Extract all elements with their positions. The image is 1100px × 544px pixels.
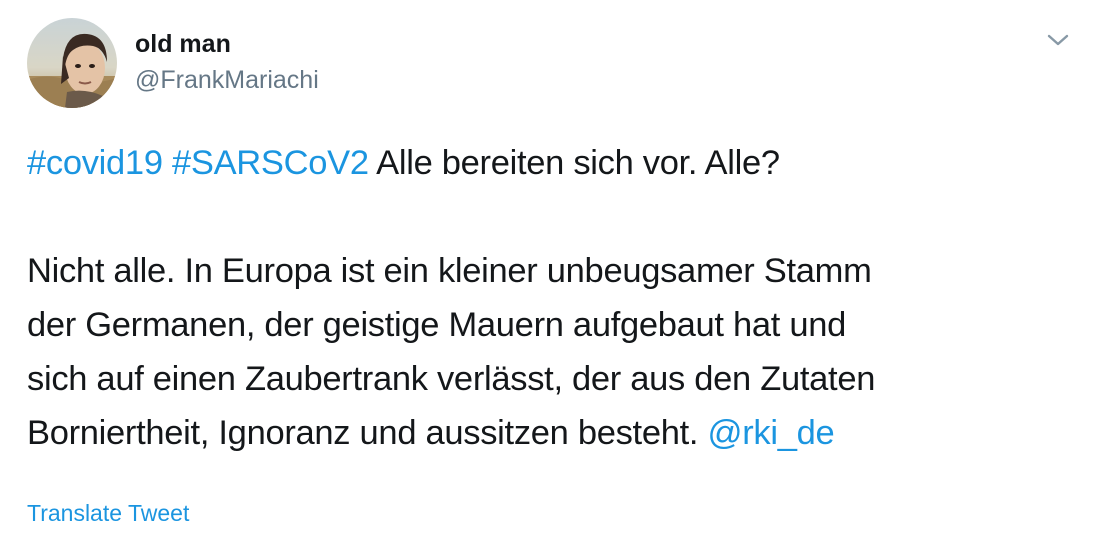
tweet-line: Nicht alle. In Europa ist ein kleiner un… bbox=[27, 252, 872, 290]
hashtag-link[interactable]: #SARSCoV2 bbox=[172, 144, 369, 182]
tweet-line: Borniertheit, Ignoranz und aussitzen bes… bbox=[27, 406, 1077, 460]
user-avatar[interactable] bbox=[27, 18, 117, 108]
chevron-down-icon[interactable] bbox=[1040, 22, 1076, 58]
translate-tweet-link[interactable]: Translate Tweet bbox=[27, 498, 189, 528]
tweet-line: der Germanen, der geistige Mauern aufgeb… bbox=[27, 306, 847, 344]
tweet-line-text: Alle bereiten sich vor. Alle? bbox=[376, 144, 780, 182]
avatar-image bbox=[27, 18, 117, 108]
tweet-line: #covid19 #SARSCoV2 Alle bereiten sich vo… bbox=[27, 136, 1077, 190]
tweet-line: sich auf einen Zaubertrank verlässt, der… bbox=[27, 360, 876, 398]
user-handle[interactable]: @FrankMariachi bbox=[135, 64, 319, 96]
tweet-text: #covid19 #SARSCoV2 Alle bereiten sich vo… bbox=[27, 136, 1077, 460]
display-name[interactable]: old man bbox=[135, 28, 231, 60]
mention-link[interactable]: @rki_de bbox=[707, 414, 834, 452]
tweet-line-text: Borniertheit, Ignoranz und aussitzen bes… bbox=[27, 414, 699, 452]
hashtag-link[interactable]: #covid19 bbox=[27, 144, 163, 182]
tweet-card: old man @FrankMariachi #covid19 #SARSCoV… bbox=[0, 0, 1100, 544]
